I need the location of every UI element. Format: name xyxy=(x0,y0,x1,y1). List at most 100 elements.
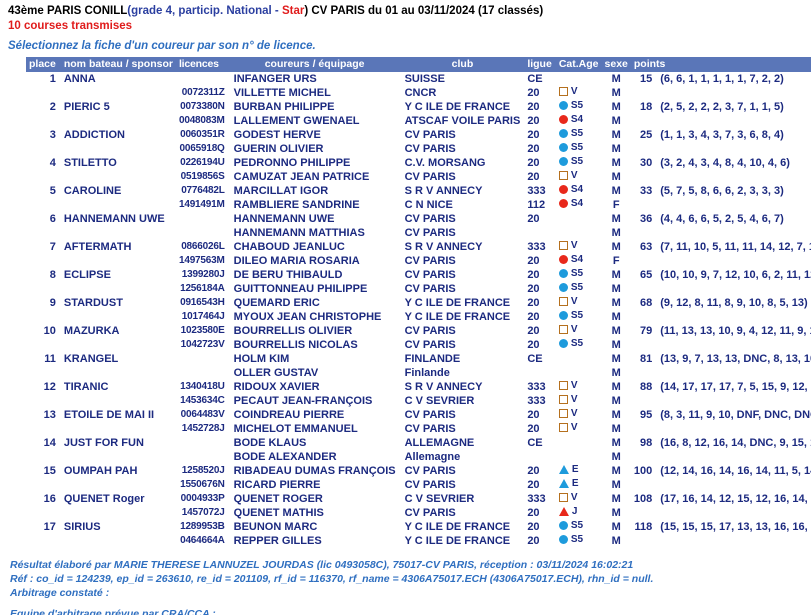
licence-link[interactable] xyxy=(175,366,228,380)
licence-link[interactable]: 1452728J xyxy=(175,422,228,436)
licence-link[interactable]: 0916543H xyxy=(175,296,228,310)
cell-points xyxy=(630,338,656,352)
licence-link[interactable]: 0065918Q xyxy=(175,142,228,156)
licence-link[interactable]: 0072311Z xyxy=(175,86,228,100)
table-row[interactable]: 4 STILETTO 0226194U PEDRONNO PHILIPPE C.V. M… xyxy=(26,156,811,170)
cell-points xyxy=(630,142,656,156)
table-row[interactable]: 0519856S CAMUZAT JEAN PATRICE CV PARIS 20 V M xyxy=(26,170,811,184)
table-row[interactable]: 15 OUMPAH PAH 1258520J RIBADEAU DUMAS FRANÇ… xyxy=(26,464,811,478)
licence-link[interactable] xyxy=(175,450,228,464)
table-row[interactable]: 9 STARDUST 0916543H QUEMARD ERIC Y C ILE DE … xyxy=(26,296,811,310)
cell-crew: QUEMARD ERIC xyxy=(227,296,399,310)
cell-club: Y C ILE DE FRANCE xyxy=(398,100,524,114)
cell-crew: REPPER GILLES xyxy=(227,534,399,548)
category-square-icon xyxy=(558,423,568,432)
licence-link[interactable] xyxy=(175,436,228,450)
table-row[interactable]: 1017464J MYOUX JEAN CHRISTOPHE Y C ILE DE … xyxy=(26,310,811,324)
cell-ligue: 20 xyxy=(523,212,555,226)
licence-link[interactable] xyxy=(175,352,228,366)
table-row[interactable]: 10 MAZURKA 1023580E BOURRELLIS OLIVIER CV PA… xyxy=(26,324,811,338)
licence-link[interactable]: 0519856S xyxy=(175,170,228,184)
cell-place xyxy=(26,86,61,100)
table-row[interactable]: HANNEMANN MATTHIAS CV PARIS M xyxy=(26,226,811,240)
cell-club: CV PARIS xyxy=(398,212,524,226)
table-row[interactable]: 13 ETOILE DE MAI II 0064483V COINDREAU PIER… xyxy=(26,408,811,422)
licence-link[interactable] xyxy=(175,212,228,226)
cell-club: ATSCAF VOILE PARIS xyxy=(398,114,524,128)
table-row[interactable]: 1 ANNA INFANGER URS SUISSE CE M 15 (6, 6, 1, 1,… xyxy=(26,72,811,86)
cell-boat xyxy=(60,254,176,268)
table-row[interactable]: 1457072J QUENET MATHIS CV PARIS 20 J M xyxy=(26,506,811,520)
table-row[interactable]: 0464664A REPPER GILLES Y C ILE DE FRANCE 20… xyxy=(26,534,811,548)
cell-ligue: CE xyxy=(523,352,555,366)
licence-link[interactable]: 0464664A xyxy=(175,534,228,548)
table-row[interactable]: 1256184A GUITTONNEAU PHILIPPE CV PARIS 20 S5… xyxy=(26,282,811,296)
table-row[interactable]: 14 JUST FOR FUN BODE KLAUS ALLEMAGNE CE M 98 (1… xyxy=(26,436,811,450)
licence-link[interactable]: 1453634C xyxy=(175,394,228,408)
licence-link[interactable]: 1457072J xyxy=(175,506,228,520)
table-row[interactable]: 6 HANNEMANN UWE HANNEMANN UWE CV PARIS 20 M 36… xyxy=(26,212,811,226)
table-row[interactable]: 2 PIERIC 5 0073380N BURBAN PHILIPPE Y C ILE … xyxy=(26,100,811,114)
licence-link[interactable]: 0060351R xyxy=(175,128,228,142)
cell-boat xyxy=(60,170,176,184)
table-row[interactable]: 0072311Z VILLETTE MICHEL CNCR 20 V M xyxy=(26,86,811,100)
cell-crew: GUITTONNEAU PHILIPPE xyxy=(227,282,399,296)
licence-link[interactable]: 1017464J xyxy=(175,310,228,324)
licence-link[interactable]: 1023580E xyxy=(175,324,228,338)
table-row[interactable]: 1550676N RICARD PIERRE CV PARIS 20 E M xyxy=(26,478,811,492)
licence-link[interactable]: 1491491M xyxy=(175,198,228,212)
table-row[interactable]: 16 QUENET Roger 0004933P QUENET ROGER C V SE… xyxy=(26,492,811,506)
category-square-icon xyxy=(558,395,568,404)
table-row[interactable]: 11 KRANGEL HOLM KIM FINLANDE CE M 81 (13, 9, 7,… xyxy=(26,352,811,366)
cell-ligue: 20 xyxy=(523,310,555,324)
table-row[interactable]: 8 ECLIPSE 1399280J DE BERU THIBAULD CV PARIS… xyxy=(26,268,811,282)
table-row[interactable]: 3 ADDICTION 0060351R GODEST HERVE CV PARIS 20… xyxy=(26,128,811,142)
table-row[interactable]: 17 SIRIUS 1289953B BEUNON MARC Y C ILE DE FR… xyxy=(26,520,811,534)
licence-link[interactable]: 0004933P xyxy=(175,492,228,506)
licence-link[interactable]: 1256184A xyxy=(175,282,228,296)
licence-link[interactable]: 0226194U xyxy=(175,156,228,170)
licence-link[interactable]: 1258520J xyxy=(175,464,228,478)
table-row[interactable]: 1042723V BOURRELLIS NICOLAS CV PARIS 20 S5 M xyxy=(26,338,811,352)
table-row[interactable]: 12 TIRANIC 1340418U RIDOUX XAVIER S R V ANNE… xyxy=(26,380,811,394)
licence-link[interactable]: 1289953B xyxy=(175,520,228,534)
licence-link[interactable]: 1497563M xyxy=(175,254,228,268)
footer-block: Résultat élaboré par MARIE THERESE LANNU… xyxy=(4,558,811,615)
cell-sexe: M xyxy=(601,380,631,394)
licence-link[interactable]: 1550676N xyxy=(175,478,228,492)
cell-sexe: F xyxy=(601,198,631,212)
table-row[interactable]: 5 CAROLINE 0776482L MARCILLAT IGOR S R V ANN… xyxy=(26,184,811,198)
licence-link[interactable]: 1399280J xyxy=(175,268,228,282)
table-row[interactable]: BODE ALEXANDER Allemagne M xyxy=(26,450,811,464)
licence-link[interactable]: 1042723V xyxy=(175,338,228,352)
cat-age-label: V xyxy=(570,86,578,97)
licence-link[interactable]: 0866026L xyxy=(175,240,228,254)
table-row[interactable]: 1452728J MICHELOT EMMANUEL CV PARIS 20 V M xyxy=(26,422,811,436)
cell-place xyxy=(26,366,61,380)
table-row[interactable]: 1491491M RAMBLIERE SANDRINE C N NICE 112 S4 F xyxy=(26,198,811,212)
regatta-grade: (grade 4, particip. National - xyxy=(127,5,282,17)
table-row[interactable]: 0048083M LALLEMENT GWENAEL ATSCAF VOILE PA… xyxy=(26,114,811,128)
licence-link[interactable]: 0776482L xyxy=(175,184,228,198)
cell-sexe: M xyxy=(601,240,631,254)
table-row[interactable]: 1497563M DILEO MARIA ROSARIA CV PARIS 20 S4 F xyxy=(26,254,811,268)
table-row[interactable]: 7 AFTERMATH 0866026L CHABOUD JEANLUC S R V A… xyxy=(26,240,811,254)
licence-link[interactable] xyxy=(175,72,228,86)
cell-points: 95 xyxy=(630,408,656,422)
cell-detail: (16, 8, 12, 16, 14, DNC, 9, 15, 13, 11) xyxy=(655,436,811,450)
cell-points xyxy=(630,254,656,268)
table-row[interactable]: 1453634C PECAUT JEAN-FRANÇOIS C V SEVRIER 3… xyxy=(26,394,811,408)
cell-detail xyxy=(655,366,811,380)
table-row[interactable]: 0065918Q GUERIN OLIVIER CV PARIS 20 S5 M xyxy=(26,142,811,156)
licence-link[interactable] xyxy=(175,226,228,240)
licence-link[interactable]: 0064483V xyxy=(175,408,228,422)
cell-place: 5 xyxy=(26,184,61,198)
licence-link[interactable]: 1340418U xyxy=(175,380,228,394)
licence-link[interactable]: 0048083M xyxy=(175,114,228,128)
licence-link[interactable]: 0073380N xyxy=(175,100,228,114)
cell-place: 12 xyxy=(26,380,61,394)
cell-cat-age xyxy=(554,352,602,366)
cat-age-label: S5 xyxy=(570,534,584,545)
table-row[interactable]: OLLER GUSTAV Finlande M xyxy=(26,366,811,380)
col-licence: licences xyxy=(175,57,228,72)
